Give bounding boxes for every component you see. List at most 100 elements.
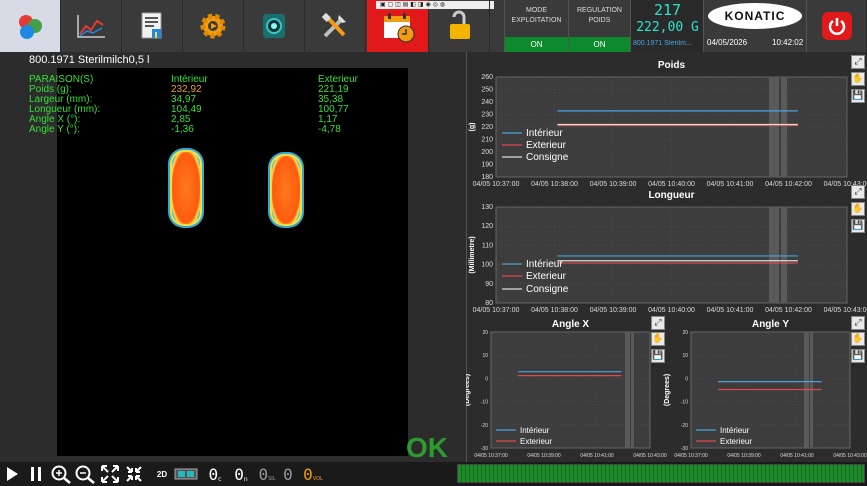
- y-tick-label: -30: [681, 446, 688, 452]
- x-tick-label: 04/05 10:41:00: [707, 181, 754, 188]
- y-tick-label: 230: [481, 112, 493, 119]
- camera-view-icon[interactable]: [174, 464, 198, 484]
- chart-poids: Poids26025024023022021020019018004/05 10…: [469, 60, 867, 188]
- settings-button[interactable]: [183, 0, 244, 52]
- save-disk-icon[interactable]: 💾: [851, 89, 865, 103]
- zoom-out-icon[interactable]: [74, 464, 96, 484]
- line-chart-icon: [77, 15, 105, 38]
- fit-expand-icon[interactable]: [100, 464, 120, 484]
- regulation-poids-state: ON: [569, 37, 630, 52]
- play-icon[interactable]: [4, 464, 20, 484]
- legend-label: Exterieur: [720, 437, 752, 446]
- weight-setpoint-display: 222,00 G: [636, 20, 699, 35]
- counter-c-suffix: c: [218, 475, 222, 483]
- y-tick-label: 90: [485, 281, 493, 288]
- legend-label: Consigne: [526, 152, 569, 163]
- shaded-band: [781, 207, 787, 303]
- y-tick-label: -30: [481, 446, 488, 452]
- zoom-fit-icon[interactable]: ⤢: [851, 316, 865, 330]
- x-tick-label: 04/05 10:39:00: [590, 307, 637, 314]
- y-tick-label: 180: [481, 174, 493, 181]
- y-tick-label: 0: [685, 376, 688, 382]
- row-interior-value: -1,36: [171, 124, 194, 135]
- y-tick-label: 10: [682, 353, 688, 359]
- mode-2d-toggle[interactable]: 2D: [154, 464, 170, 484]
- pause-icon[interactable]: [28, 464, 44, 484]
- pan-hand-icon[interactable]: ✋: [851, 202, 865, 216]
- report-button[interactable]: [122, 0, 183, 52]
- x-tick-label: 04/05 10:41:00: [580, 453, 614, 459]
- home-button[interactable]: [0, 0, 61, 52]
- legend-label: Intérieur: [526, 259, 563, 270]
- lock-button[interactable]: [429, 0, 490, 52]
- y-axis-label: (Degrees): [466, 374, 471, 406]
- y-tick-label: 120: [481, 223, 493, 230]
- x-tick-label: 04/05 10:41:00: [707, 307, 754, 314]
- top-toolbar: ▣ ▢ ◫ ▤ ◧ ◨ ◉ ◎ ◍ MODE EXPLOITATION ON R…: [0, 0, 867, 52]
- zoom-in-icon[interactable]: [50, 464, 72, 484]
- brand-panel: KONATIC 04/05/2026 10:42:02: [703, 0, 806, 52]
- save-disk-icon[interactable]: 💾: [851, 219, 865, 233]
- pan-hand-icon[interactable]: ✋: [851, 332, 865, 346]
- counter-vol: 0 VOL: [302, 464, 324, 484]
- row-exterior-value: -4,78: [318, 124, 341, 135]
- x-tick-label: 04/05 10:37:00: [674, 453, 708, 459]
- y-tick-label: 0: [485, 376, 488, 382]
- bottom-control-bar: 2D 0 c 0 n 0 SIL 0 0 VOL: [0, 462, 867, 486]
- y-tick-label: 220: [481, 124, 493, 131]
- trends-button[interactable]: [61, 0, 122, 52]
- mode-exploitation-panel[interactable]: MODE EXPLOITATION ON: [504, 0, 568, 52]
- fit-shrink-icon[interactable]: [124, 464, 144, 484]
- camera-button[interactable]: [244, 0, 305, 52]
- counter-n: 0 n: [230, 464, 252, 484]
- chart-title: Longueur: [648, 190, 694, 201]
- product-title: 800.1971 Sterilmilch0,5 l: [29, 54, 150, 66]
- y-tick-label: 20: [682, 330, 688, 336]
- y-tick-label: 130: [481, 204, 493, 211]
- zoom-fit-icon[interactable]: ⤢: [851, 185, 865, 199]
- y-tick-label: 110: [482, 242, 493, 249]
- legend-label: Consigne: [526, 284, 569, 295]
- legend-label: Intérieur: [720, 426, 750, 435]
- y-tick-label: 200: [481, 149, 493, 156]
- save-disk-icon[interactable]: 💾: [651, 349, 665, 363]
- cycle-counter: 217: [653, 1, 682, 19]
- y-tick-label: -20: [681, 423, 688, 429]
- x-tick-label: 04/05 10:39:00: [590, 181, 637, 188]
- camera-image[interactable]: [57, 68, 408, 456]
- pan-hand-icon[interactable]: ✋: [851, 72, 865, 86]
- y-tick-label: 210: [481, 137, 493, 144]
- y-tick-label: -10: [481, 400, 488, 406]
- shaded-band: [625, 332, 630, 448]
- counter-vol-value: 0: [303, 464, 313, 484]
- padlock-open-icon: [450, 10, 470, 39]
- x-tick-label: 04/05 10:37:00: [473, 307, 520, 314]
- y-tick-label: 20: [482, 330, 488, 336]
- production-progress-bar: [457, 464, 865, 483]
- save-disk-icon[interactable]: 💾: [851, 349, 865, 363]
- power-button[interactable]: [806, 0, 867, 52]
- parison-exterior: [268, 152, 304, 228]
- counter-blank: 0: [280, 464, 296, 484]
- y-axis-label: (Degrees): [664, 374, 671, 406]
- x-tick-label: 04/05 10:40:00: [648, 307, 695, 314]
- y-tick-label: 250: [481, 87, 493, 94]
- zoom-fit-icon[interactable]: ⤢: [651, 316, 665, 330]
- tools-button[interactable]: [305, 0, 366, 52]
- x-tick-label: 04/05 10:37:00: [473, 181, 520, 188]
- y-tick-label: 190: [481, 162, 493, 169]
- chart-angle-x: Angle X 20 10 0 -10 -20 -3004/05 10:37:00 04/05…: [466, 319, 667, 459]
- chart-title: Poids: [658, 60, 686, 71]
- gear-icon: [200, 13, 226, 39]
- zoom-fit-icon[interactable]: ⤢: [851, 55, 865, 69]
- chart-longueur: Longueur 130 120 110 100 90 8004/05 10:37:00 04…: [469, 190, 867, 314]
- regulation-poids-label: REGULATION POIDS: [577, 7, 622, 24]
- time-display: 10:42:02: [772, 38, 804, 47]
- pan-hand-icon[interactable]: ✋: [651, 332, 665, 346]
- x-tick-label: 04/05 10:39:00: [527, 453, 561, 459]
- regulation-poids-panel[interactable]: REGULATION POIDS ON: [568, 0, 630, 52]
- counter-c-value: 0: [208, 464, 219, 484]
- x-tick-label: 04/05 10:43:00: [633, 453, 667, 459]
- brand-logo: KONATIC: [708, 3, 802, 29]
- counter-sil-value: 0: [258, 464, 269, 484]
